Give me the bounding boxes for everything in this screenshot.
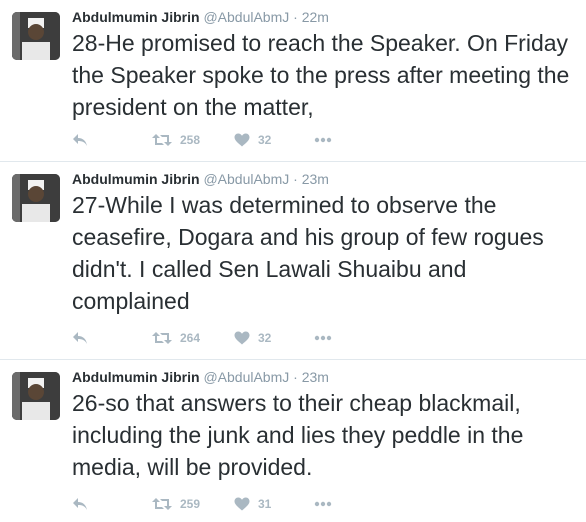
like-count: 32 <box>258 133 272 147</box>
like-button[interactable]: 32 <box>234 130 271 150</box>
author-handle[interactable]: @AbdulAbmJ <box>203 369 289 385</box>
tweet-header: Abdulmumin Jibrin @AbdulAbmJ · 23m <box>72 368 329 386</box>
tweet-text: 28-He promised to reach the Speaker. On … <box>72 30 570 120</box>
reply-button[interactable] <box>72 328 88 348</box>
separator: · <box>293 369 298 385</box>
avatar[interactable] <box>12 12 60 60</box>
reply-button[interactable] <box>72 130 88 150</box>
author-handle[interactable]: @AbdulAbmJ <box>203 9 289 25</box>
reply-icon <box>72 133 88 147</box>
tweet[interactable]: Abdulmumin Jibrin @AbdulAbmJ · 23m 26-so… <box>0 360 586 522</box>
more-button[interactable] <box>314 328 332 348</box>
timestamp[interactable]: 23m <box>302 369 329 385</box>
tweet[interactable]: Abdulmumin Jibrin @AbdulAbmJ · 23m 27-Wh… <box>0 162 586 360</box>
avatar[interactable] <box>12 174 60 222</box>
retweet-button[interactable]: 258 <box>152 130 200 150</box>
timestamp[interactable]: 23m <box>302 171 329 187</box>
tweet-actions: 264 32 <box>72 328 552 348</box>
heart-icon <box>234 133 250 147</box>
author-name[interactable]: Abdulmumin Jibrin <box>72 171 200 187</box>
retweet-button[interactable]: 264 <box>152 328 200 348</box>
more-button[interactable] <box>314 494 332 514</box>
retweet-icon <box>152 331 172 345</box>
author-handle[interactable]: @AbdulAbmJ <box>203 171 289 187</box>
retweet-count: 264 <box>180 331 201 345</box>
reply-icon <box>72 331 88 345</box>
like-button[interactable]: 31 <box>234 494 271 514</box>
like-count: 31 <box>258 497 272 511</box>
reply-button[interactable] <box>72 494 88 514</box>
retweet-count: 259 <box>180 497 201 511</box>
more-button[interactable] <box>314 130 332 150</box>
separator: · <box>293 9 298 25</box>
avatar[interactable] <box>12 372 60 420</box>
more-icon <box>314 137 332 143</box>
like-count: 32 <box>258 331 272 345</box>
heart-icon <box>234 331 250 345</box>
tweet-actions: 259 31 <box>72 494 552 514</box>
tweet-actions: 258 32 <box>72 130 552 150</box>
reply-icon <box>72 497 88 511</box>
retweet-icon <box>152 133 172 147</box>
tweet-text: 26-so that answers to their cheap blackm… <box>72 390 524 480</box>
separator: · <box>293 171 298 187</box>
like-button[interactable]: 32 <box>234 328 271 348</box>
more-icon <box>314 335 332 341</box>
more-icon <box>314 501 332 507</box>
author-name[interactable]: Abdulmumin Jibrin <box>72 9 200 25</box>
timestamp[interactable]: 22m <box>302 9 329 25</box>
tweet-header: Abdulmumin Jibrin @AbdulAbmJ · 22m <box>72 8 329 26</box>
tweet-text: 27-While I was determined to observe the… <box>72 192 544 314</box>
retweet-count: 258 <box>180 133 201 147</box>
author-name[interactable]: Abdulmumin Jibrin <box>72 369 200 385</box>
retweet-button[interactable]: 259 <box>152 494 200 514</box>
retweet-icon <box>152 497 172 511</box>
tweet-header: Abdulmumin Jibrin @AbdulAbmJ · 23m <box>72 170 329 188</box>
heart-icon <box>234 497 250 511</box>
tweet[interactable]: Abdulmumin Jibrin @AbdulAbmJ · 22m 28-He… <box>0 0 586 162</box>
